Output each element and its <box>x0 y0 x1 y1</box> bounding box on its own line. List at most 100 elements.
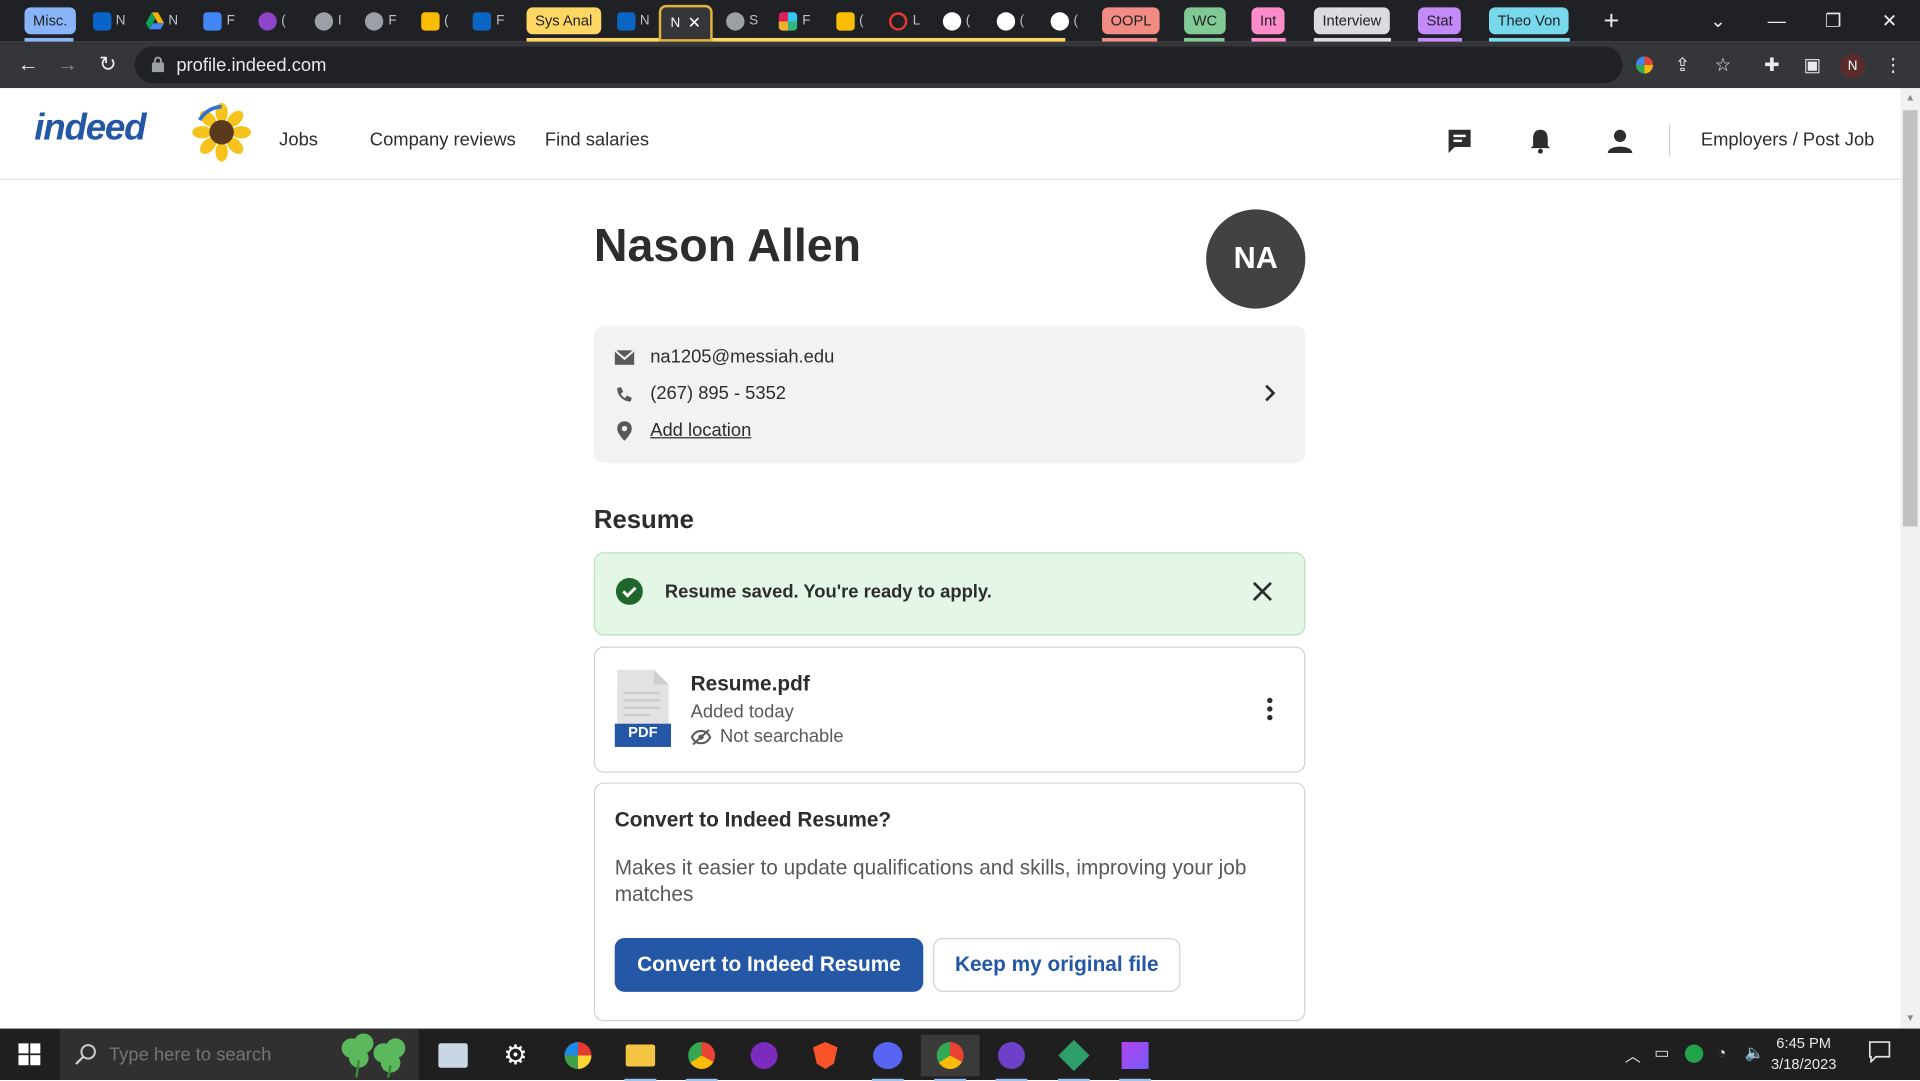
avatar[interactable]: NA <box>1206 209 1306 309</box>
tab-globe-3[interactable]: S <box>719 5 766 37</box>
email-value: na1205@messiah.edu <box>650 346 835 368</box>
tab-linkedin-1[interactable]: F <box>465 5 512 37</box>
scroll-down-arrow-icon[interactable]: ▼ <box>1905 1013 1915 1024</box>
wifi-icon[interactable]: ◔ <box>1717 1043 1727 1061</box>
red-target-icon <box>889 11 908 31</box>
windows-logo-icon <box>18 1043 41 1066</box>
employers-post-job-link[interactable]: Employers / Post Job <box>1701 130 1875 151</box>
close-tab-icon[interactable]: ✕ <box>688 13 701 33</box>
close-alert-icon[interactable] <box>1251 580 1273 602</box>
nav-jobs[interactable]: Jobs <box>279 130 318 151</box>
menu-kebab-icon[interactable]: ⋮ <box>1881 53 1905 77</box>
eye-off-icon <box>690 728 712 745</box>
taskbar-app-settings[interactable]: ⚙ <box>495 1035 537 1077</box>
tab-slack[interactable]: F <box>771 5 818 37</box>
taskbar-clock[interactable]: 6:45 PM 3/18/2023 <box>1761 1033 1847 1075</box>
indeed-logo[interactable]: indeed <box>34 108 146 150</box>
google-drive-icon <box>145 12 164 30</box>
nav-company-reviews[interactable]: Company reviews <box>370 130 516 151</box>
tab-outlook[interactable]: N <box>86 5 133 37</box>
taskbar-app-explorer[interactable] <box>620 1035 662 1081</box>
close-window-button[interactable]: ✕ <box>1861 0 1917 42</box>
lock-icon <box>151 56 165 73</box>
tab-group-sys-anal[interactable]: Sys Anal <box>526 7 601 35</box>
minimize-button[interactable]: — <box>1749 0 1805 42</box>
new-tab-button[interactable]: + <box>1583 0 1639 42</box>
tab-group-wc[interactable]: WC <box>1184 7 1226 35</box>
more-options-icon[interactable] <box>1266 697 1273 721</box>
page-scrollbar[interactable]: ▲ ▼ <box>1900 88 1920 1029</box>
tab-github-2[interactable]: ( <box>987 5 1034 37</box>
tab-group-theo-von[interactable]: Theo Von <box>1488 7 1570 35</box>
resume-file-card[interactable]: PDF Resume.pdf Added today Not searchabl… <box>593 646 1306 773</box>
globe-icon <box>725 11 745 31</box>
github-icon <box>996 11 1015 31</box>
share-icon[interactable]: ⇪ <box>1670 53 1694 77</box>
taskbar-app-brave[interactable] <box>804 1035 846 1077</box>
notifications-bell-icon[interactable] <box>1527 127 1554 154</box>
tab-title: F <box>496 13 505 29</box>
tab-group-misc[interactable]: Misc. <box>24 7 76 35</box>
phpstorm-icon <box>1121 1042 1149 1069</box>
reload-button[interactable]: ↻ <box>89 42 126 89</box>
alert-message: Resume saved. You're ready to apply. <box>664 581 992 603</box>
tab-globe-2[interactable]: F <box>358 5 405 37</box>
taskbar-app-git[interactable] <box>1053 1035 1095 1081</box>
taskbar-app-paint[interactable] <box>557 1035 599 1077</box>
taskbar-app-chrome[interactable] <box>681 1035 723 1081</box>
tab-keep-2[interactable]: ( <box>827 5 874 37</box>
address-bar[interactable] <box>134 46 1623 84</box>
restore-button[interactable]: ❐ <box>1805 0 1861 42</box>
back-button[interactable]: ← <box>10 42 47 89</box>
account-person-icon[interactable] <box>1607 127 1634 154</box>
tab-group-int[interactable]: Int <box>1251 7 1285 35</box>
tab-globe-1[interactable]: I <box>305 5 352 37</box>
tab-search-chevron-icon[interactable]: ⌄ <box>1690 0 1746 42</box>
taskbar-app-discord[interactable] <box>867 1035 909 1081</box>
keep-original-file-button[interactable]: Keep my original file <box>933 937 1181 992</box>
taskbar-search-input[interactable] <box>108 1028 318 1081</box>
chevron-right-icon[interactable] <box>1262 383 1277 403</box>
tab-group-interview[interactable]: Interview <box>1313 7 1390 35</box>
add-location-link[interactable]: Add location <box>650 420 751 441</box>
taskbar-app-chrome-profile[interactable] <box>920 1034 980 1081</box>
tab-indeed-active[interactable]: N ✕ <box>658 4 713 42</box>
side-panel-icon[interactable]: ▣ <box>1800 53 1824 77</box>
scroll-up-arrow-icon[interactable]: ▲ <box>1905 92 1915 103</box>
taskbar-app-phpstorm[interactable] <box>1114 1035 1156 1081</box>
tab-group-label: Interview <box>1322 12 1382 30</box>
tab-group-stat[interactable]: Stat <box>1417 7 1462 35</box>
profile-avatar-button[interactable]: N <box>1840 53 1865 79</box>
url-input[interactable] <box>176 46 1034 84</box>
taskbar-app-1[interactable] <box>432 1035 474 1077</box>
tab-github-1[interactable]: ( <box>933 5 980 37</box>
battery-icon[interactable]: ▭ <box>1654 1043 1669 1063</box>
taskbar-search[interactable] <box>60 1028 419 1081</box>
notifications-icon[interactable] <box>1868 1041 1891 1067</box>
taskbar-app-podcast[interactable] <box>743 1035 785 1077</box>
forward-button[interactable]: → <box>49 42 86 89</box>
start-button[interactable] <box>0 1029 59 1080</box>
tray-chevron-up-icon[interactable]: ︿ <box>1625 1043 1641 1066</box>
tab-title: ( <box>859 13 864 29</box>
tab-docs[interactable]: F <box>196 5 243 37</box>
contact-info-card[interactable]: na1205@messiah.edu (267) 895 - 5352 Add … <box>593 325 1306 463</box>
green-status-icon[interactable] <box>1684 1044 1704 1063</box>
tab-keep-1[interactable]: ( <box>411 5 458 37</box>
tab-linkedin-2[interactable]: N <box>610 5 657 37</box>
tab-github-3[interactable]: ( <box>1041 5 1088 37</box>
messages-icon[interactable] <box>1446 127 1473 154</box>
tab-title: L <box>912 13 921 29</box>
tab-red-target[interactable]: L <box>882 5 929 37</box>
tab-u-app[interactable]: ( <box>249 5 296 37</box>
tab-drive[interactable]: N <box>137 5 186 37</box>
taskbar-app-github[interactable] <box>991 1035 1033 1081</box>
convert-to-indeed-resume-button[interactable]: Convert to Indeed Resume <box>614 937 924 992</box>
google-lens-icon[interactable] <box>1632 53 1656 77</box>
nav-find-salaries[interactable]: Find salaries <box>545 130 649 151</box>
tab-group-oopl[interactable]: OOPL <box>1102 7 1161 35</box>
tab-group-label: Sys Anal <box>535 12 593 30</box>
extensions-icon[interactable]: ✚ <box>1760 53 1784 77</box>
bookmark-star-icon[interactable]: ☆ <box>1711 53 1735 77</box>
scrollbar-thumb[interactable] <box>1902 110 1918 527</box>
